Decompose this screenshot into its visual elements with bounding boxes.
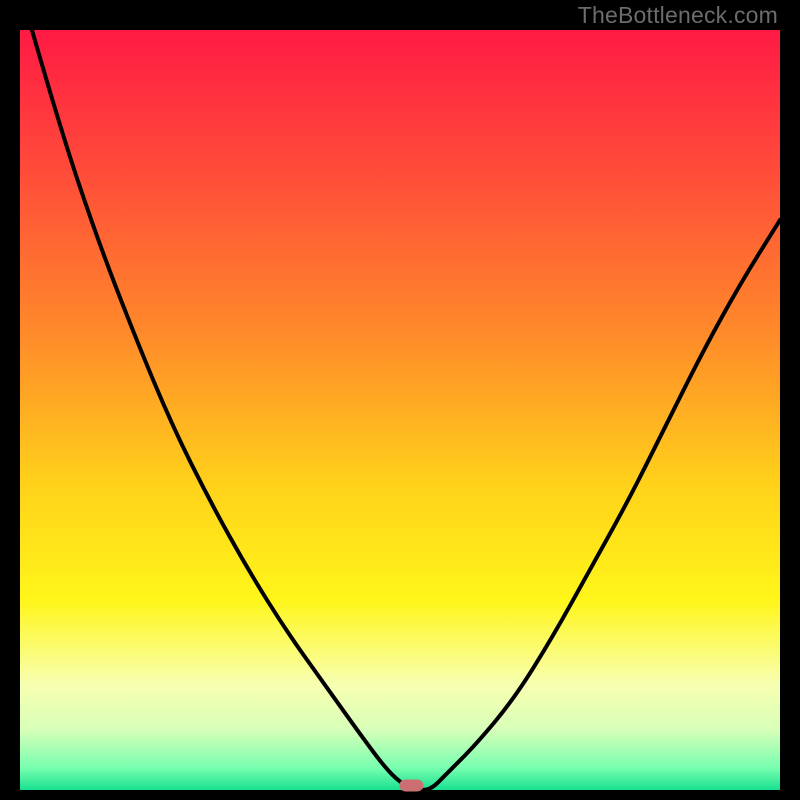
optimal-point-marker: [399, 779, 423, 791]
plot-area: [20, 30, 780, 790]
bottleneck-chart: [0, 0, 800, 800]
watermark-text: TheBottleneck.com: [578, 2, 778, 29]
chart-container: TheBottleneck.com: [0, 0, 800, 800]
